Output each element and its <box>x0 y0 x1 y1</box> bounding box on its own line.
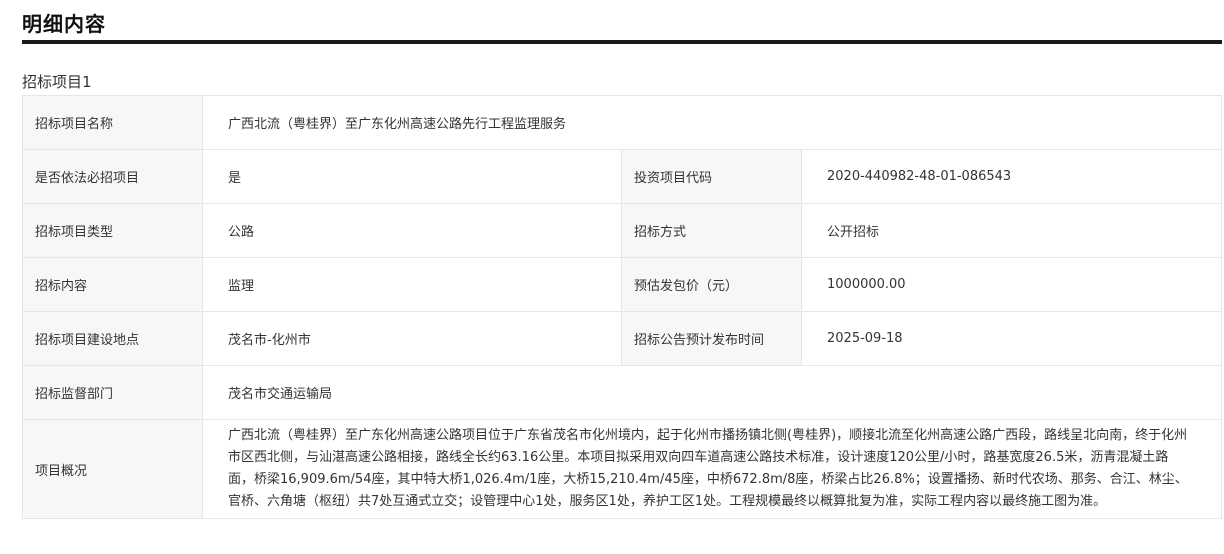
row-label-investment-code: 投资项目代码 <box>621 149 802 204</box>
row-label-estimated-price: 预估发包价（元） <box>621 257 802 312</box>
section-header: 明细内容 <box>22 0 1222 44</box>
detail-table: 招标项目名称 广西北流（粤桂界）至广东化州高速公路先行工程监理服务 是否依法必招… <box>22 95 1223 519</box>
row-label-overview: 项目概况 <box>22 419 203 519</box>
table-row: 招标项目建设地点 茂名市-化州市 招标公告预计发布时间 2025-09-18 <box>22 311 1223 366</box>
table-row: 招标内容 监理 预估发包价（元） 1000000.00 <box>22 257 1223 312</box>
row-value-project-name: 广西北流（粤桂界）至广东化州高速公路先行工程监理服务 <box>201 95 1223 150</box>
table-row: 招标监督部门 茂名市交通运输局 <box>22 365 1223 420</box>
table-row: 招标项目类型 公路 招标方式 公开招标 <box>22 203 1223 258</box>
table-row: 招标项目名称 广西北流（粤桂界）至广东化州高速公路先行工程监理服务 <box>22 95 1223 150</box>
row-value-location: 茂名市-化州市 <box>202 311 622 366</box>
row-value-investment-code: 2020-440982-48-01-086543 <box>800 149 1223 204</box>
row-label-bidding-method: 招标方式 <box>621 203 802 258</box>
page: 明细内容 招标项目1 招标项目名称 广西北流（粤桂界）至广东化州高速公路先行工程… <box>0 0 1224 554</box>
row-value-project-type: 公路 <box>202 203 622 258</box>
row-value-mandatory: 是 <box>202 149 622 204</box>
row-value-bidding-method: 公开招标 <box>800 203 1223 258</box>
group-title: 招标项目1 <box>22 73 92 91</box>
row-value-supervisor: 茂名市交通运输局 <box>201 365 1223 420</box>
row-label-project-type: 招标项目类型 <box>22 203 203 258</box>
row-label-project-name: 招标项目名称 <box>22 95 203 150</box>
row-value-estimated-price: 1000000.00 <box>800 257 1223 312</box>
row-value-overview: 广西北流（粤桂界）至广东化州高速公路项目位于广东省茂名市化州境内，起于化州市播扬… <box>201 419 1223 519</box>
row-label-location: 招标项目建设地点 <box>22 311 203 366</box>
section-title: 明细内容 <box>22 12 106 36</box>
row-label-supervisor: 招标监督部门 <box>22 365 203 420</box>
row-label-mandatory: 是否依法必招项目 <box>22 149 203 204</box>
row-label-publish-date: 招标公告预计发布时间 <box>621 311 802 366</box>
row-value-publish-date: 2025-09-18 <box>800 311 1223 366</box>
row-value-content: 监理 <box>202 257 622 312</box>
table-row: 项目概况 广西北流（粤桂界）至广东化州高速公路项目位于广东省茂名市化州境内，起于… <box>22 419 1223 519</box>
table-row: 是否依法必招项目 是 投资项目代码 2020-440982-48-01-0865… <box>22 149 1223 204</box>
row-label-content: 招标内容 <box>22 257 203 312</box>
